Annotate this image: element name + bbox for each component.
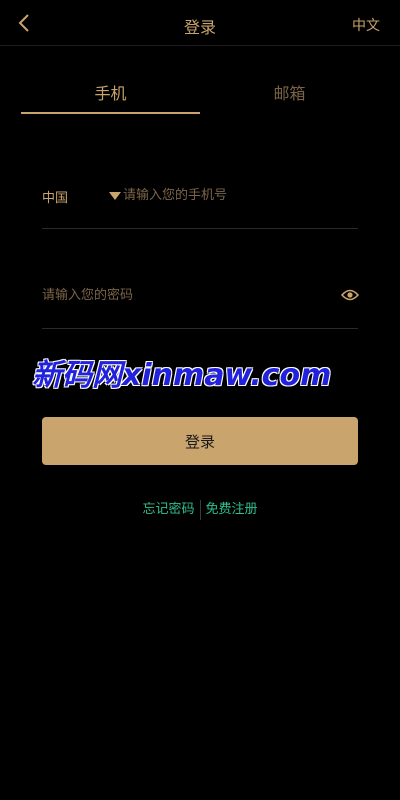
login-button[interactable]: 登录: [42, 417, 358, 465]
auth-links: 忘记密码 免费注册: [0, 498, 400, 520]
register-link[interactable]: 免费注册: [202, 498, 262, 517]
tab-email[interactable]: 邮箱: [200, 80, 379, 114]
caret-down-icon[interactable]: [109, 192, 121, 200]
link-divider: [199, 499, 201, 520]
country-selector[interactable]: 中国: [42, 187, 68, 206]
password-field-underline: [42, 328, 358, 329]
language-switch[interactable]: 中文: [352, 15, 380, 35]
active-tab-indicator: [21, 112, 200, 114]
phone-field-underline: [42, 228, 358, 229]
password-input[interactable]: [42, 284, 332, 306]
tab-phone[interactable]: 手机: [21, 80, 200, 114]
phone-input[interactable]: [123, 184, 353, 206]
login-method-tabs: 手机 邮箱: [21, 80, 379, 114]
eye-icon[interactable]: [341, 288, 359, 302]
watermark: 新码网xinmaw.com: [32, 358, 332, 393]
forgot-password-link[interactable]: 忘记密码: [138, 498, 198, 517]
top-bar: 登录 中文: [0, 0, 400, 46]
page-title: 登录: [183, 18, 216, 37]
